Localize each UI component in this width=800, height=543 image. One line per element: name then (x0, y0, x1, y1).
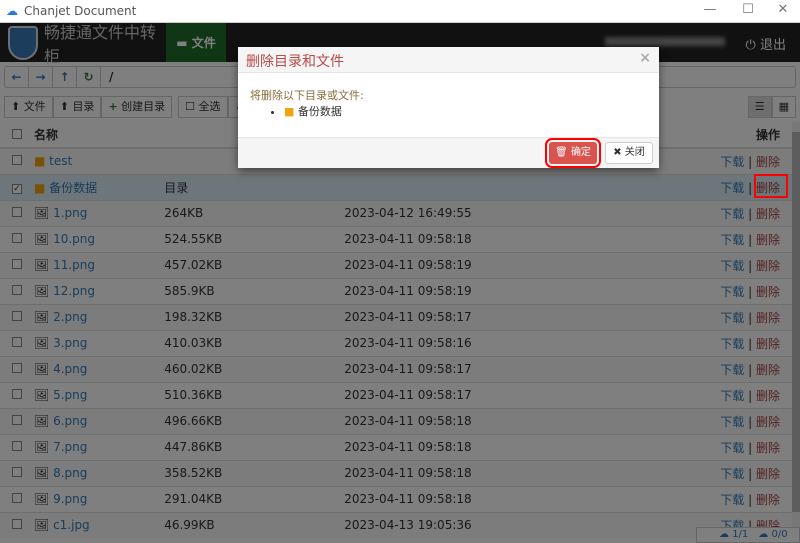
delete-dialog: 删除目录和文件 × 将删除以下目录或文件: ■ 备份数据 🗑 确定 ✖ 关闭 (238, 47, 659, 168)
maximize-button[interactable]: ☐ (733, 2, 763, 17)
window-title: Chanjet Document (24, 4, 137, 18)
trash-icon: 🗑 (555, 147, 568, 158)
dialog-close-icon[interactable]: × (639, 50, 651, 66)
dialog-message: 将删除以下目录或文件: (250, 89, 364, 102)
close-window-button[interactable]: ✕ (768, 2, 798, 17)
close-label: 关闭 (624, 147, 645, 158)
confirm-button[interactable]: 🗑 确定 (545, 138, 601, 168)
highlight-box (754, 174, 788, 198)
minimize-button[interactable]: — (695, 2, 725, 17)
close-button[interactable]: ✖ 关闭 (605, 142, 653, 164)
delete-item: ■ 备份数据 (284, 103, 647, 119)
confirm-label: 确定 (570, 147, 591, 158)
title-bar: ☁ Chanjet Document — ☐ ✕ (0, 0, 800, 23)
app-icon: ☁ (6, 4, 18, 18)
folder-icon: ■ (284, 105, 295, 118)
dialog-title: 删除目录和文件 (246, 54, 344, 70)
